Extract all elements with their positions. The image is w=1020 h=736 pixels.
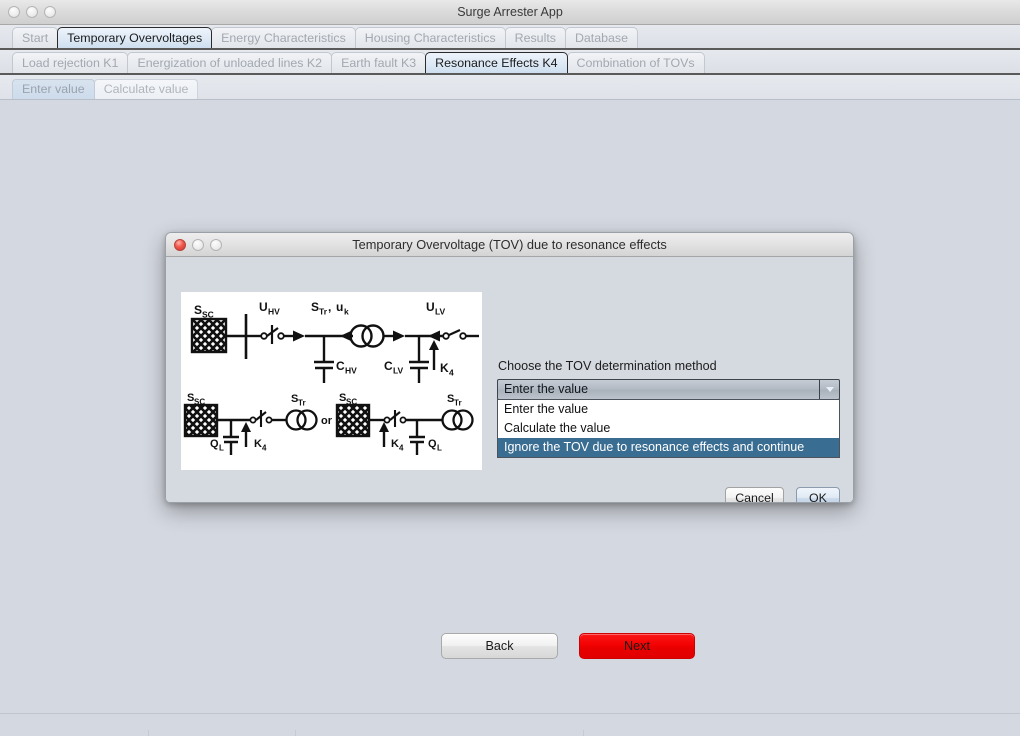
svg-text:L: L <box>219 444 224 453</box>
tab-energization-unloaded-lines-k2[interactable]: Energization of unloaded lines K2 <box>127 52 333 73</box>
svg-text:U: U <box>426 300 435 314</box>
status-strip <box>0 713 1020 736</box>
svg-text:HV: HV <box>345 366 357 376</box>
svg-text:HV: HV <box>268 307 280 317</box>
cancel-button[interactable]: Cancel <box>725 487 784 502</box>
tov-method-dropdown-list[interactable]: Enter the value Calculate the value Igno… <box>497 399 840 458</box>
svg-text:4: 4 <box>262 444 267 453</box>
tab-results[interactable]: Results <box>504 27 566 48</box>
svg-text:K: K <box>391 438 399 450</box>
svg-text:,: , <box>328 300 331 314</box>
tab-label: Load rejection K1 <box>22 56 119 70</box>
tab-temporary-overvoltages[interactable]: Temporary Overvoltages <box>57 27 213 48</box>
tab-label: Results <box>514 31 556 45</box>
svg-text:Tr: Tr <box>319 307 328 317</box>
dialog-titlebar: Temporary Overvoltage (TOV) due to reson… <box>166 233 853 257</box>
svg-text:U: U <box>259 300 268 314</box>
tov-method-combobox[interactable]: Enter the value <box>497 379 840 400</box>
tab-label: Housing Characteristics <box>364 31 496 45</box>
tab-label: Database <box>574 31 629 45</box>
svg-text:C: C <box>384 359 393 373</box>
svg-text:K: K <box>254 438 262 450</box>
tab-label: Calculate value <box>103 82 189 96</box>
tab-calculate-value[interactable]: Calculate value <box>93 79 199 99</box>
svg-text:or: or <box>321 415 333 427</box>
svg-text:Tr: Tr <box>298 399 306 408</box>
method-label: Choose the TOV determination method <box>498 359 717 373</box>
tab-label: Temporary Overvoltages <box>67 31 203 45</box>
dropdown-option-calculate-the-value[interactable]: Calculate the value <box>498 419 839 438</box>
tab-label: Combination of TOVs <box>576 56 695 70</box>
primary-tabbar: Start Temporary Overvoltages Energy Char… <box>0 25 1020 50</box>
svg-text:SC: SC <box>202 310 214 320</box>
tab-label: Resonance Effects K4 <box>435 56 558 70</box>
tab-label: Start <box>22 31 49 45</box>
svg-text:LV: LV <box>435 307 446 317</box>
tab-database[interactable]: Database <box>564 27 639 48</box>
svg-text:L: L <box>437 444 442 453</box>
tab-load-rejection-k1[interactable]: Load rejection K1 <box>12 52 129 73</box>
tab-label: Energization of unloaded lines K2 <box>137 56 323 70</box>
svg-text:SC: SC <box>194 398 205 407</box>
tab-housing-characteristics[interactable]: Housing Characteristics <box>354 27 506 48</box>
chevron-down-icon[interactable] <box>819 380 839 399</box>
dialog-title: Temporary Overvoltage (TOV) due to reson… <box>352 237 667 252</box>
strip-divider <box>148 730 149 736</box>
svg-text:SC: SC <box>346 398 357 407</box>
tab-start[interactable]: Start <box>12 27 59 48</box>
svg-text:4: 4 <box>449 368 454 378</box>
back-button[interactable]: Back <box>441 633 558 659</box>
ok-button[interactable]: OK <box>796 487 840 502</box>
svg-text:Q: Q <box>210 438 219 450</box>
svg-text:LV: LV <box>393 366 404 376</box>
svg-text:C: C <box>336 359 345 373</box>
tab-resonance-effects-k4[interactable]: Resonance Effects K4 <box>425 52 568 73</box>
svg-text:Tr: Tr <box>454 399 462 408</box>
tab-label: Enter value <box>22 82 85 96</box>
tab-earth-fault-k3[interactable]: Earth fault K3 <box>331 52 427 73</box>
svg-text:4: 4 <box>399 444 404 453</box>
tab-label: Energy Characteristics <box>221 31 346 45</box>
combo-selected-value: Enter the value <box>504 382 589 396</box>
tab-combination-of-tovs[interactable]: Combination of TOVs <box>566 52 705 73</box>
dropdown-option-ignore-tov[interactable]: Ignore the TOV due to resonance effects … <box>498 438 839 457</box>
dropdown-option-enter-the-value[interactable]: Enter the value <box>498 400 839 419</box>
next-button[interactable]: Next <box>579 633 695 659</box>
svg-text:S: S <box>311 300 319 314</box>
svg-text:K: K <box>440 361 449 375</box>
svg-text:Q: Q <box>428 438 437 450</box>
circuit-diagram-image: S SC U HV C HV S Tr , u k C LV K 4 U LV … <box>181 292 482 470</box>
tertiary-tabbar: Enter value Calculate value <box>0 75 1020 100</box>
svg-text:S: S <box>194 303 202 317</box>
svg-text:k: k <box>344 307 349 317</box>
tab-energy-characteristics[interactable]: Energy Characteristics <box>211 27 356 48</box>
tab-label: Earth fault K3 <box>341 56 417 70</box>
wizard-navigation: Back Next <box>0 633 1020 673</box>
svg-text:u: u <box>336 300 343 314</box>
dialog-body: S SC U HV C HV S Tr , u k C LV K 4 U LV … <box>166 257 853 502</box>
main-window-titlebar: Surge Arrester App <box>0 0 1020 25</box>
tab-enter-value[interactable]: Enter value <box>12 79 95 99</box>
caret-glyph <box>825 387 834 392</box>
tov-resonance-dialog: Temporary Overvoltage (TOV) due to reson… <box>165 232 854 503</box>
strip-divider <box>295 730 296 736</box>
app-title: Surge Arrester App <box>457 5 563 19</box>
strip-divider <box>583 730 584 736</box>
secondary-tabbar: Load rejection K1 Energization of unload… <box>0 50 1020 75</box>
